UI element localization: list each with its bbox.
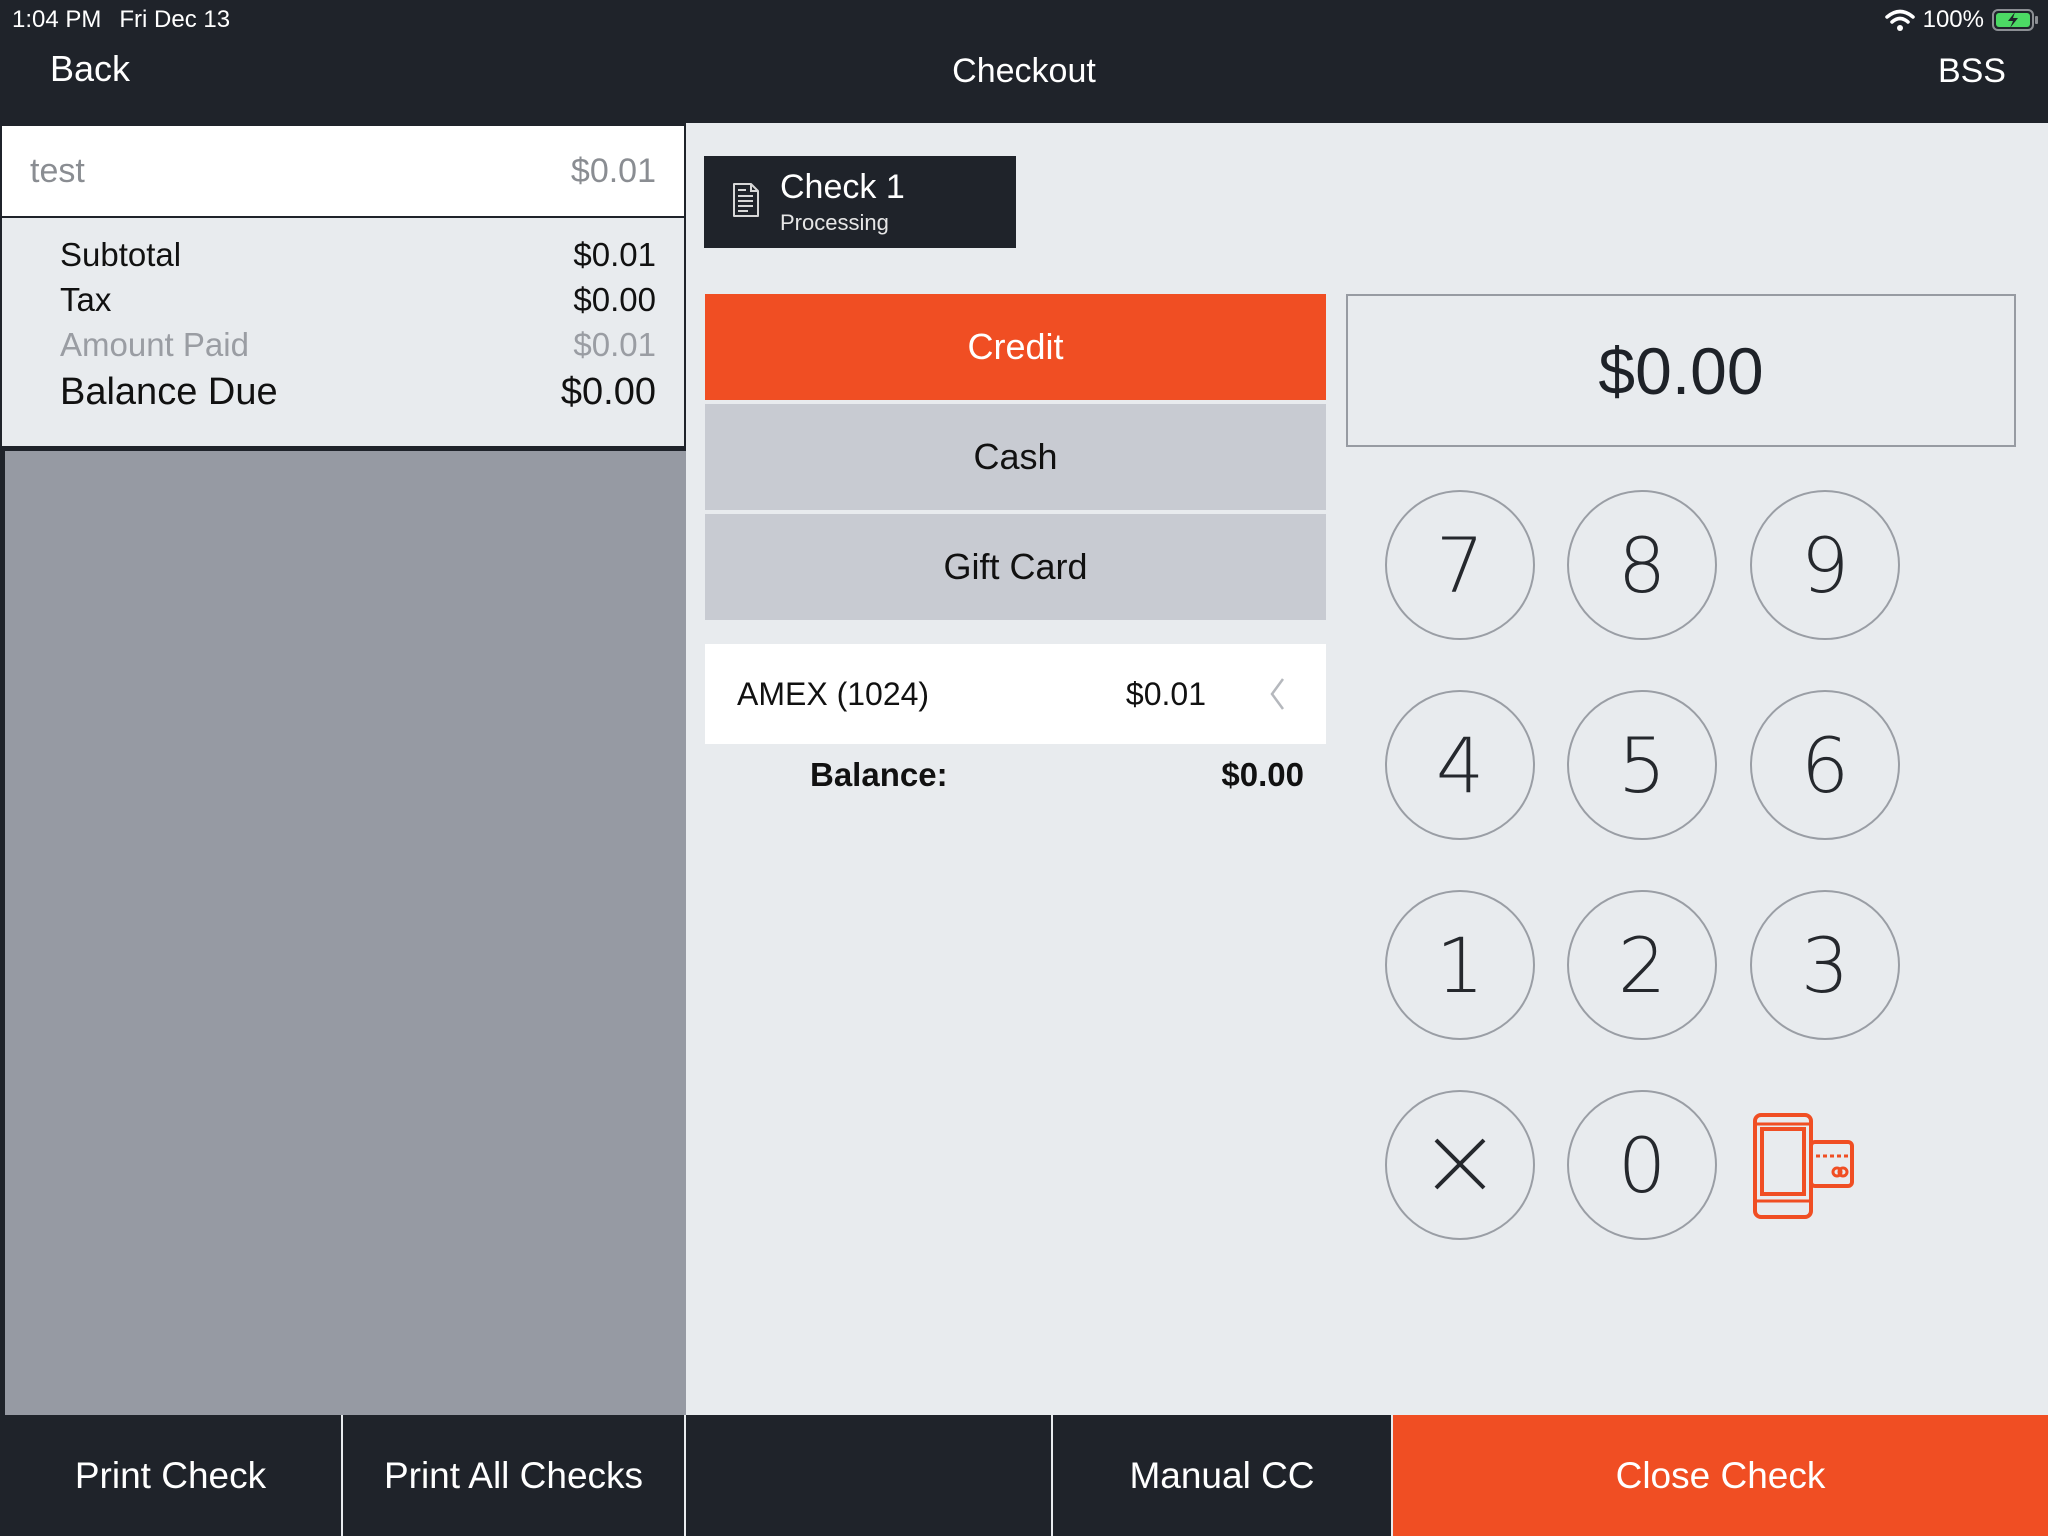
order-summary: Subtotal $0.01 Tax $0.00 Amount Paid $0.… bbox=[2, 218, 684, 449]
tax-value: $0.00 bbox=[573, 281, 656, 318]
key-7[interactable]: 7 bbox=[1385, 490, 1535, 640]
order-item-name: test bbox=[30, 151, 85, 190]
credit-button[interactable]: Credit bbox=[705, 294, 1326, 400]
key-1[interactable]: 1 bbox=[1385, 890, 1535, 1040]
card-reader-icon[interactable] bbox=[1752, 1112, 1856, 1225]
battery-percent: 100% bbox=[1922, 6, 1984, 33]
print-check-button[interactable]: Print Check bbox=[0, 1415, 341, 1536]
status-date: Fri Dec 13 bbox=[119, 6, 231, 33]
wifi-icon bbox=[1884, 8, 1915, 32]
subtotal-row: Subtotal $0.01 bbox=[60, 236, 656, 281]
order-item-price: $0.01 bbox=[570, 151, 656, 190]
chevron-left-icon[interactable] bbox=[1268, 676, 1286, 717]
balance-label: Balance: bbox=[810, 756, 948, 793]
gift-card-button[interactable]: Gift Card bbox=[705, 514, 1326, 620]
key-3[interactable]: 3 bbox=[1750, 890, 1900, 1040]
key-5[interactable]: 5 bbox=[1567, 690, 1717, 840]
amount-paid-row: Amount Paid $0.01 bbox=[60, 326, 656, 371]
header: 1:04 PM Fri Dec 13 100% Back Checkout BSS bbox=[0, 0, 2048, 123]
empty-bar-slot bbox=[686, 1415, 1051, 1536]
document-icon bbox=[732, 182, 760, 223]
back-button[interactable]: Back bbox=[50, 48, 130, 90]
key-6[interactable]: 6 bbox=[1750, 690, 1900, 840]
user-label[interactable]: BSS bbox=[1938, 52, 2006, 91]
battery-charging-icon bbox=[1992, 8, 2040, 32]
check-tab[interactable]: Check 1 Processing bbox=[704, 156, 1016, 248]
amount-paid-label: Amount Paid bbox=[60, 326, 249, 363]
status-time: 1:04 PM bbox=[12, 6, 102, 33]
amount-display: $0.00 bbox=[1346, 294, 2016, 447]
check-status: Processing bbox=[780, 210, 889, 235]
status-bar-time: 1:04 PM Fri Dec 13 bbox=[12, 6, 230, 34]
key-8[interactable]: 8 bbox=[1567, 490, 1717, 640]
key-2[interactable]: 2 bbox=[1567, 890, 1717, 1040]
balance-due-value: $0.00 bbox=[560, 371, 656, 413]
key-0[interactable]: 0 bbox=[1567, 1090, 1717, 1240]
print-all-checks-button[interactable]: Print All Checks bbox=[343, 1415, 684, 1536]
page-title: Checkout bbox=[952, 52, 1096, 90]
order-item[interactable]: test $0.01 bbox=[2, 126, 684, 218]
payment-card-label: AMEX (1024) bbox=[737, 676, 930, 712]
cash-button[interactable]: Cash bbox=[705, 404, 1326, 510]
clear-icon bbox=[1432, 1121, 1488, 1210]
order-panel: test $0.01 Subtotal $0.01 Tax $0.00 Amou… bbox=[0, 123, 686, 1415]
order-empty-area bbox=[5, 451, 686, 1415]
subtotal-label: Subtotal bbox=[60, 236, 182, 273]
status-bar-right: 100% bbox=[1884, 4, 2040, 36]
balance-value: $0.00 bbox=[1221, 756, 1304, 793]
bottom-bar: Print Check Print All Checks Manual CC C… bbox=[0, 1415, 2048, 1536]
payment-amount: $0.01 bbox=[1125, 676, 1206, 712]
balance-due-row: Balance Due $0.00 bbox=[60, 371, 656, 419]
tax-label: Tax bbox=[60, 281, 112, 318]
key-4[interactable]: 4 bbox=[1385, 690, 1535, 840]
key-clear[interactable] bbox=[1385, 1090, 1535, 1240]
payment-entry[interactable]: AMEX (1024) $0.01 bbox=[705, 644, 1326, 744]
subtotal-value: $0.01 bbox=[573, 236, 656, 273]
balance-due-label: Balance Due bbox=[60, 371, 278, 413]
key-9[interactable]: 9 bbox=[1750, 490, 1900, 640]
manual-cc-button[interactable]: Manual CC bbox=[1053, 1415, 1391, 1536]
tax-row: Tax $0.00 bbox=[60, 281, 656, 326]
close-check-button[interactable]: Close Check bbox=[1393, 1415, 2048, 1536]
amount-paid-value: $0.01 bbox=[573, 326, 656, 363]
check-name: Check 1 bbox=[780, 168, 905, 206]
